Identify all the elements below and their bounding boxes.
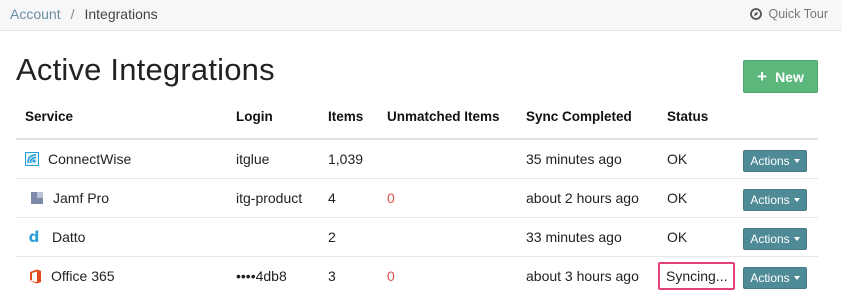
status-cell: OK (667, 190, 688, 206)
login-cell: itg-product (236, 190, 303, 206)
service-cell: ConnectWise (25, 151, 131, 167)
breadcrumb-current: Integrations (84, 6, 158, 22)
service-name[interactable]: Datto (52, 229, 85, 245)
plus-icon: + (757, 67, 768, 86)
breadcrumb-separator: / (70, 6, 75, 22)
status-cell: OK (667, 151, 688, 167)
actions-dropdown-button[interactable]: Actions (743, 150, 807, 172)
caret-down-icon (793, 159, 800, 163)
items-cell: 2 (328, 229, 336, 245)
status-cell: OK (667, 229, 688, 245)
caret-down-icon (793, 276, 800, 280)
table-row: d Datto 2 33 minutes ago OK Actions (16, 218, 818, 257)
datto-icon: d (28, 227, 40, 246)
page-title: Active Integrations (16, 52, 275, 87)
top-bar: Account / Integrations Quick Tour (0, 0, 842, 31)
breadcrumb-account-link[interactable]: Account (10, 6, 61, 22)
connectwise-icon (25, 152, 39, 166)
items-cell: 1,039 (328, 151, 364, 167)
login-cell: itglue (236, 151, 270, 167)
header-login[interactable]: Login (236, 109, 273, 124)
compass-icon (750, 8, 763, 20)
unmatched-cell[interactable]: 0 (387, 190, 395, 206)
items-cell: 3 (328, 268, 336, 284)
actions-label: Actions (750, 271, 790, 285)
sync-cell: about 2 hours ago (526, 190, 639, 206)
office-365-icon (28, 269, 42, 283)
actions-dropdown-button[interactable]: Actions (743, 189, 807, 211)
service-cell: Jamf Pro (25, 190, 109, 206)
service-cell: Office 365 (25, 268, 115, 284)
jamf-pro-icon (30, 191, 44, 205)
header-unmatched-items[interactable]: Unmatched Items (387, 109, 500, 124)
actions-dropdown-button[interactable]: Actions (743, 228, 807, 250)
service-name[interactable]: Office 365 (51, 268, 115, 284)
header-service[interactable]: Service (25, 109, 73, 124)
integrations-table: Service Login Items Unmatched Items Sync… (16, 100, 818, 296)
actions-label: Actions (750, 154, 790, 168)
service-name[interactable]: Jamf Pro (53, 190, 109, 206)
new-integration-button[interactable]: + New (743, 60, 818, 93)
quick-tour-label: Quick Tour (768, 7, 828, 21)
header-status[interactable]: Status (667, 109, 708, 124)
service-cell: d Datto (25, 227, 86, 246)
table-row: Jamf Pro itg-product 4 0 about 2 hours a… (16, 179, 818, 218)
unmatched-cell[interactable]: 0 (387, 268, 395, 284)
status-cell-syncing: Syncing... (658, 262, 736, 290)
header-items[interactable]: Items (328, 109, 363, 124)
table-row: ConnectWise itglue 1,039 35 minutes ago … (16, 140, 818, 179)
quick-tour-link[interactable]: Quick Tour (750, 7, 828, 21)
table-header: Service Login Items Unmatched Items Sync… (16, 100, 818, 140)
service-name[interactable]: ConnectWise (48, 151, 131, 167)
caret-down-icon (793, 237, 800, 241)
new-button-label: New (775, 68, 804, 85)
breadcrumb: Account / Integrations (10, 6, 158, 22)
items-cell: 4 (328, 190, 336, 206)
sync-cell: about 3 hours ago (526, 268, 639, 284)
sync-cell: 33 minutes ago (526, 229, 622, 245)
sync-cell: 35 minutes ago (526, 151, 622, 167)
actions-label: Actions (750, 193, 790, 207)
table-row: Office 365 ••••4db8 3 0 about 3 hours ag… (16, 257, 818, 296)
login-cell: ••••4db8 (236, 268, 287, 284)
actions-label: Actions (750, 232, 790, 246)
actions-dropdown-button[interactable]: Actions (743, 267, 807, 289)
caret-down-icon (793, 198, 800, 202)
header-sync-completed[interactable]: Sync Completed (526, 109, 632, 124)
